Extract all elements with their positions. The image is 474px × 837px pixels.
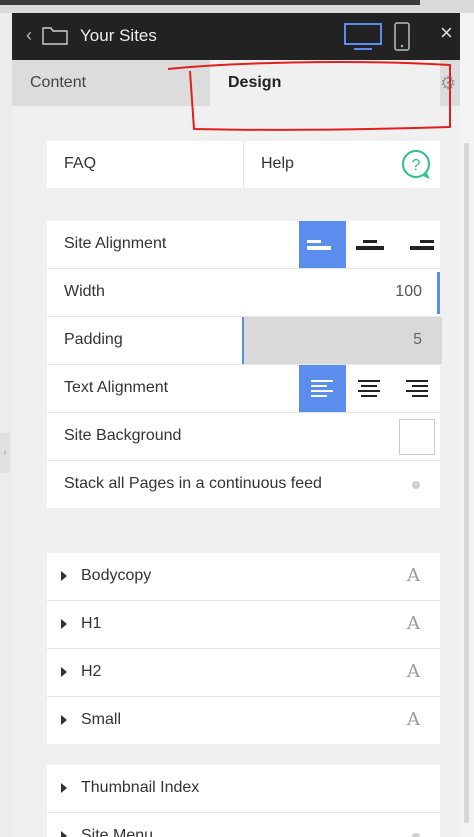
mobile-icon[interactable] xyxy=(394,22,410,52)
typography-list: Bodycopy A H1 A H2 A Small A xyxy=(47,553,440,744)
expand-triangle-icon xyxy=(61,715,67,725)
faq-link[interactable]: FAQ xyxy=(64,155,96,173)
padding-slider[interactable] xyxy=(242,317,442,364)
list-item[interactable]: H1 A xyxy=(47,601,440,649)
sites-title[interactable]: Your Sites xyxy=(80,26,157,46)
padding-label: Padding xyxy=(64,331,123,348)
site-background-row: Site Background xyxy=(47,413,440,461)
typography-label: H2 xyxy=(81,663,102,680)
layout-settings: Site Alignment Width 100 Padding 5 Text … xyxy=(47,221,442,508)
tab-design[interactable]: Design xyxy=(210,60,440,106)
lower-label: Thumbnail Index xyxy=(81,779,200,796)
padding-value[interactable]: 5 xyxy=(413,331,422,349)
help-link[interactable]: Help xyxy=(261,155,294,173)
font-a-icon[interactable]: A xyxy=(407,613,420,634)
tab-bar: Content Design ⚙ xyxy=(12,60,460,106)
list-item[interactable]: Site Menu xyxy=(47,813,440,837)
list-item[interactable]: H2 A xyxy=(47,649,440,697)
stack-pages-row: Stack all Pages in a continuous feed xyxy=(47,461,440,508)
text-alignment-label: Text Alignment xyxy=(64,379,169,396)
tab-design-label: Design xyxy=(228,74,282,91)
align-right-button[interactable] xyxy=(393,221,440,268)
width-value[interactable]: 100 xyxy=(395,283,422,301)
divider xyxy=(243,141,244,188)
stack-pages-label: Stack all Pages in a continuous feed xyxy=(64,475,322,492)
expand-triangle-icon xyxy=(61,571,67,581)
site-alignment-row: Site Alignment xyxy=(47,221,440,269)
list-item[interactable]: Bodycopy A xyxy=(47,553,440,601)
top-strip xyxy=(0,0,474,13)
close-icon[interactable]: × xyxy=(440,20,453,46)
font-a-icon[interactable]: A xyxy=(407,709,420,730)
padding-row[interactable]: Padding 5 xyxy=(47,317,442,365)
font-a-icon[interactable]: A xyxy=(407,661,420,682)
typography-label: Bodycopy xyxy=(81,567,152,584)
typography-label: Small xyxy=(81,711,122,728)
panel-header: ‹ Your Sites xyxy=(12,13,460,60)
width-row[interactable]: Width 100 xyxy=(47,269,440,317)
background-color-swatch[interactable] xyxy=(399,419,435,455)
expand-triangle-icon xyxy=(61,831,67,837)
text-align-center-button[interactable] xyxy=(346,365,393,412)
align-center-button[interactable] xyxy=(346,221,393,268)
align-left-button[interactable] xyxy=(299,221,346,268)
desktop-icon[interactable] xyxy=(344,22,382,52)
expand-triangle-icon xyxy=(61,783,67,793)
font-a-icon[interactable]: A xyxy=(407,565,420,586)
site-menu-toggle[interactable] xyxy=(412,833,420,837)
text-alignment-row: Text Alignment xyxy=(47,365,440,413)
list-item[interactable]: Thumbnail Index xyxy=(47,765,440,813)
width-label: Width xyxy=(64,283,105,300)
lower-label: Site Menu xyxy=(81,827,154,837)
tab-content-label: Content xyxy=(30,74,87,91)
gear-icon[interactable]: ⚙ xyxy=(440,73,456,94)
tab-content[interactable]: Content xyxy=(12,60,210,106)
svg-text:?: ? xyxy=(412,157,421,174)
scroll-track xyxy=(460,13,474,837)
text-align-right-button[interactable] xyxy=(393,365,440,412)
expand-handle[interactable]: › xyxy=(0,433,10,473)
list-item[interactable]: Small A xyxy=(47,697,440,744)
expand-triangle-icon xyxy=(61,667,67,677)
typography-label: H1 xyxy=(81,615,102,632)
site-alignment-label: Site Alignment xyxy=(64,235,167,252)
width-slider-handle[interactable] xyxy=(437,272,440,314)
question-icon[interactable]: ? xyxy=(400,149,432,181)
stack-pages-toggle[interactable] xyxy=(412,481,420,489)
back-chevron-icon[interactable]: ‹ xyxy=(26,25,32,46)
expand-triangle-icon xyxy=(61,619,67,629)
help-row: FAQ Help ? xyxy=(47,141,440,188)
text-align-left-button[interactable] xyxy=(299,365,346,412)
folder-icon[interactable] xyxy=(42,25,68,45)
design-panel: ‹ Your Sites Content Design ⚙ FAQ Help ?… xyxy=(12,13,460,837)
site-background-label: Site Background xyxy=(64,427,182,444)
scrollbar[interactable] xyxy=(464,143,469,823)
lower-list: Thumbnail Index Site Menu xyxy=(47,765,440,837)
